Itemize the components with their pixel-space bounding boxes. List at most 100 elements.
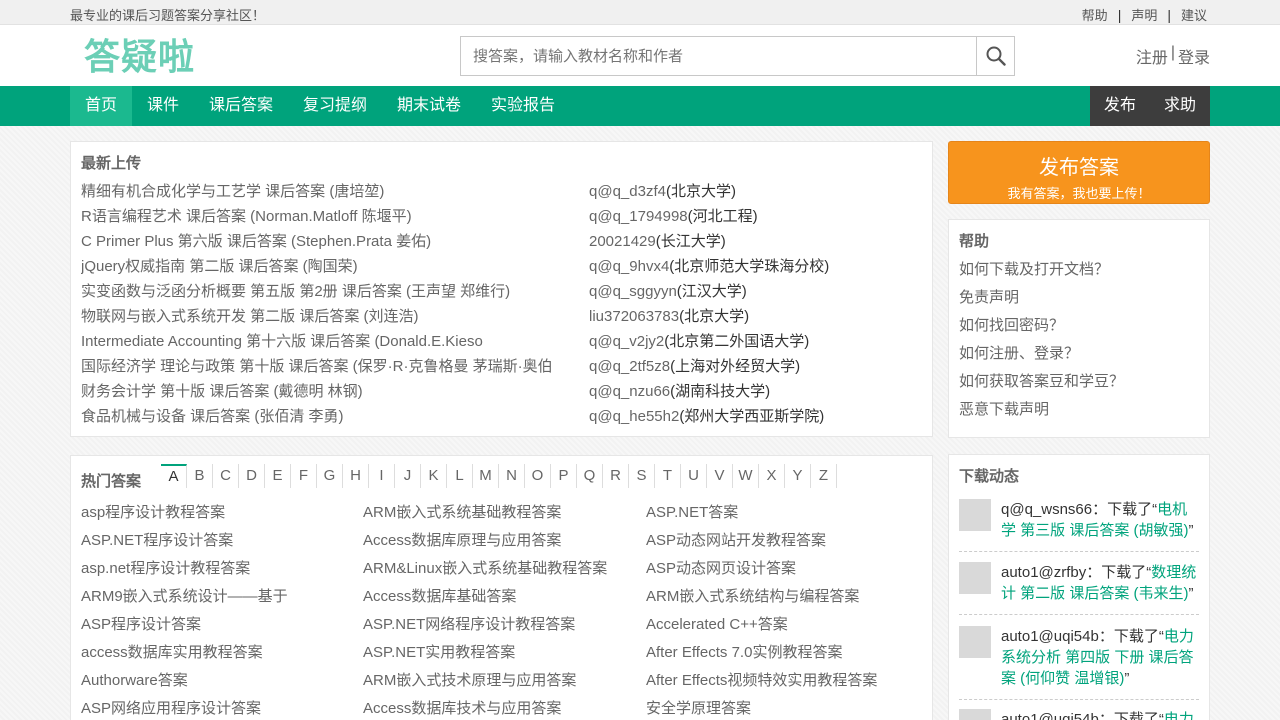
- suggestion-link[interactable]: 建议: [1181, 5, 1207, 24]
- letter-tab-r[interactable]: R: [603, 464, 629, 488]
- hot-answer-link[interactable]: ASP.NET网络程序设计教程答案: [363, 613, 575, 634]
- uploader-name[interactable]: q@q_v2jy2: [589, 333, 664, 350]
- letter-tab-i[interactable]: I: [369, 464, 395, 488]
- letter-tab-f[interactable]: F: [291, 464, 317, 488]
- hot-answer-link[interactable]: After Effects视频特效实用教程答案: [646, 669, 877, 690]
- download-user[interactable]: q@q_wsns66: [1001, 501, 1092, 518]
- hot-answer-link[interactable]: After Effects 7.0实例教程答案: [646, 641, 842, 662]
- letter-tab-l[interactable]: L: [447, 464, 473, 488]
- latest-book-link[interactable]: 财务会计学 第十版 课后答案 (戴德明 林钢): [81, 380, 561, 401]
- search-input[interactable]: [461, 37, 977, 75]
- letter-tab-m[interactable]: M: [473, 464, 499, 488]
- letter-tab-p[interactable]: P: [551, 464, 577, 488]
- uploader-name[interactable]: q@q_nzu66: [589, 383, 670, 400]
- latest-book-link[interactable]: 精细有机合成化学与工艺学 课后答案 (唐培堃): [81, 180, 561, 201]
- hot-answer-link[interactable]: asp程序设计教程答案: [81, 501, 225, 522]
- help-link[interactable]: 恶意下载声明: [959, 398, 1049, 419]
- uploader-school: (北京第二外国语大学): [664, 333, 810, 350]
- letter-tab-j[interactable]: J: [395, 464, 421, 488]
- letter-tab-b[interactable]: B: [187, 464, 213, 488]
- site-logo[interactable]: 答疑啦: [83, 35, 206, 79]
- help-link[interactable]: 如何下载及打开文档？: [959, 258, 1109, 279]
- letter-tab-z[interactable]: Z: [811, 464, 837, 488]
- hot-answer-link[interactable]: Accelerated C++答案: [646, 613, 788, 634]
- latest-book-link[interactable]: Intermediate Accounting 第十六版 课后答案 (Donal…: [81, 330, 561, 351]
- help-link[interactable]: 如何注册、登录？: [959, 342, 1079, 363]
- latest-uploader: q@q_he55h2(郑州大学西亚斯学院): [589, 405, 824, 426]
- latest-book-link[interactable]: 实变函数与泛函分析概要 第五版 第2册 课后答案 (王声望 郑维行): [81, 280, 561, 301]
- hot-answer-link[interactable]: asp.net程序设计教程答案: [81, 557, 250, 578]
- letter-tab-n[interactable]: N: [499, 464, 525, 488]
- hot-answer-link[interactable]: 安全学原理答案: [646, 697, 751, 718]
- hot-answer-link[interactable]: ASP.NET答案: [646, 501, 738, 522]
- nav-ask-button[interactable]: 求助: [1150, 86, 1210, 126]
- register-link[interactable]: 注册: [1136, 44, 1168, 68]
- letter-tab-h[interactable]: H: [343, 464, 369, 488]
- latest-book-link[interactable]: C Primer Plus 第六版 课后答案 (Stephen.Prata 姜佑…: [81, 230, 561, 251]
- latest-book-link[interactable]: R语言编程艺术 课后答案 (Norman.Matloff 陈堰平): [81, 205, 561, 226]
- nav-item-review[interactable]: 复习提纲: [288, 86, 382, 126]
- download-book-link[interactable]: 电力: [1164, 711, 1194, 720]
- letter-tab-s[interactable]: S: [629, 464, 655, 488]
- uploader-name[interactable]: q@q_9hvx4: [589, 258, 669, 275]
- nav-item-lab-reports[interactable]: 实验报告: [476, 86, 570, 126]
- uploader-name[interactable]: q@q_sggyyn: [589, 283, 677, 300]
- hot-answer-link[interactable]: ASP.NET实用教程答案: [363, 641, 515, 662]
- letter-tab-d[interactable]: D: [239, 464, 265, 488]
- hot-answer-link[interactable]: Access数据库技术与应用答案: [363, 697, 561, 718]
- hot-answer-link[interactable]: ASP动态网页设计答案: [646, 557, 796, 578]
- uploader-name[interactable]: q@q_2tf5z8: [589, 358, 670, 375]
- search-button[interactable]: [976, 37, 1014, 75]
- letter-tab-a[interactable]: A: [161, 464, 187, 488]
- latest-book-link[interactable]: 国际经济学 理论与政策 第十版 课后答案 (保罗·R·克鲁格曼 茅瑞斯·奥伯: [81, 355, 561, 376]
- uploader-name[interactable]: 20021429: [589, 233, 656, 250]
- hot-answer-link[interactable]: ARM&Linux嵌入式系统基础教程答案: [363, 557, 607, 578]
- hot-answer-link[interactable]: Authorware答案: [81, 669, 188, 690]
- hot-answer-link[interactable]: ARM9嵌入式系统设计——基于: [81, 585, 288, 606]
- download-user[interactable]: auto1@uqi54b: [1001, 711, 1099, 720]
- hot-answer-link[interactable]: ARM嵌入式系统结构与编程答案: [646, 585, 859, 606]
- letter-tab-c[interactable]: C: [213, 464, 239, 488]
- uploader-name[interactable]: liu372063783: [589, 308, 679, 325]
- latest-book-link[interactable]: 物联网与嵌入式系统开发 第二版 课后答案 (刘连浩): [81, 305, 561, 326]
- hot-answer-link[interactable]: Access数据库基础答案: [363, 585, 516, 606]
- publish-answer-button[interactable]: 发布答案 我有答案，我也要上传！: [948, 141, 1210, 204]
- letter-tab-g[interactable]: G: [317, 464, 343, 488]
- help-link[interactable]: 如何获取答案豆和学豆？: [959, 370, 1124, 391]
- hot-answer-link[interactable]: ASP.NET程序设计答案: [81, 529, 233, 550]
- help-link[interactable]: 免责声明: [959, 286, 1019, 307]
- letter-tab-e[interactable]: E: [265, 464, 291, 488]
- uploader-name[interactable]: q@q_1794998: [589, 208, 688, 225]
- nav-publish-button[interactable]: 发布: [1090, 86, 1150, 126]
- letter-tab-q[interactable]: Q: [577, 464, 603, 488]
- letter-tab-w[interactable]: W: [733, 464, 759, 488]
- uploader-name[interactable]: q@q_he55h2: [589, 408, 679, 425]
- hot-answer-link[interactable]: ARM嵌入式系统基础教程答案: [363, 501, 561, 522]
- login-link[interactable]: 登录: [1178, 44, 1210, 68]
- uploader-name[interactable]: q@q_d3zf4: [589, 183, 666, 200]
- nav-item-exams[interactable]: 期末试卷: [382, 86, 476, 126]
- nav-item-home[interactable]: 首页: [70, 86, 132, 126]
- letter-tab-k[interactable]: K: [421, 464, 447, 488]
- hot-answer-link[interactable]: access数据库实用教程答案: [81, 641, 263, 662]
- letter-tab-t[interactable]: T: [655, 464, 681, 488]
- hot-answer-link[interactable]: ASP动态网站开发教程答案: [646, 529, 826, 550]
- nav-item-courseware[interactable]: 课件: [132, 86, 194, 126]
- hot-answer-link[interactable]: ASP程序设计答案: [81, 613, 201, 634]
- hot-answer-link[interactable]: ARM嵌入式技术原理与应用答案: [363, 669, 576, 690]
- hot-answer-link[interactable]: Access数据库原理与应用答案: [363, 529, 561, 550]
- nav-item-answers[interactable]: 课后答案: [194, 86, 288, 126]
- download-user[interactable]: auto1@uqi54b: [1001, 628, 1099, 645]
- letter-tab-v[interactable]: V: [707, 464, 733, 488]
- latest-book-link[interactable]: jQuery权威指南 第二版 课后答案 (陶国荣): [81, 255, 561, 276]
- letter-tab-x[interactable]: X: [759, 464, 785, 488]
- latest-book-link[interactable]: 食品机械与设备 课后答案 (张佰清 李勇): [81, 405, 561, 426]
- download-user[interactable]: auto1@zrfby: [1001, 564, 1086, 581]
- letter-tab-o[interactable]: O: [525, 464, 551, 488]
- letter-tab-y[interactable]: Y: [785, 464, 811, 488]
- letter-tab-u[interactable]: U: [681, 464, 707, 488]
- hot-answer-link[interactable]: ASP网络应用程序设计答案: [81, 697, 261, 718]
- help-link[interactable]: 帮助: [1082, 5, 1108, 24]
- help-link[interactable]: 如何找回密码？: [959, 314, 1064, 335]
- statement-link[interactable]: 声明: [1131, 5, 1157, 24]
